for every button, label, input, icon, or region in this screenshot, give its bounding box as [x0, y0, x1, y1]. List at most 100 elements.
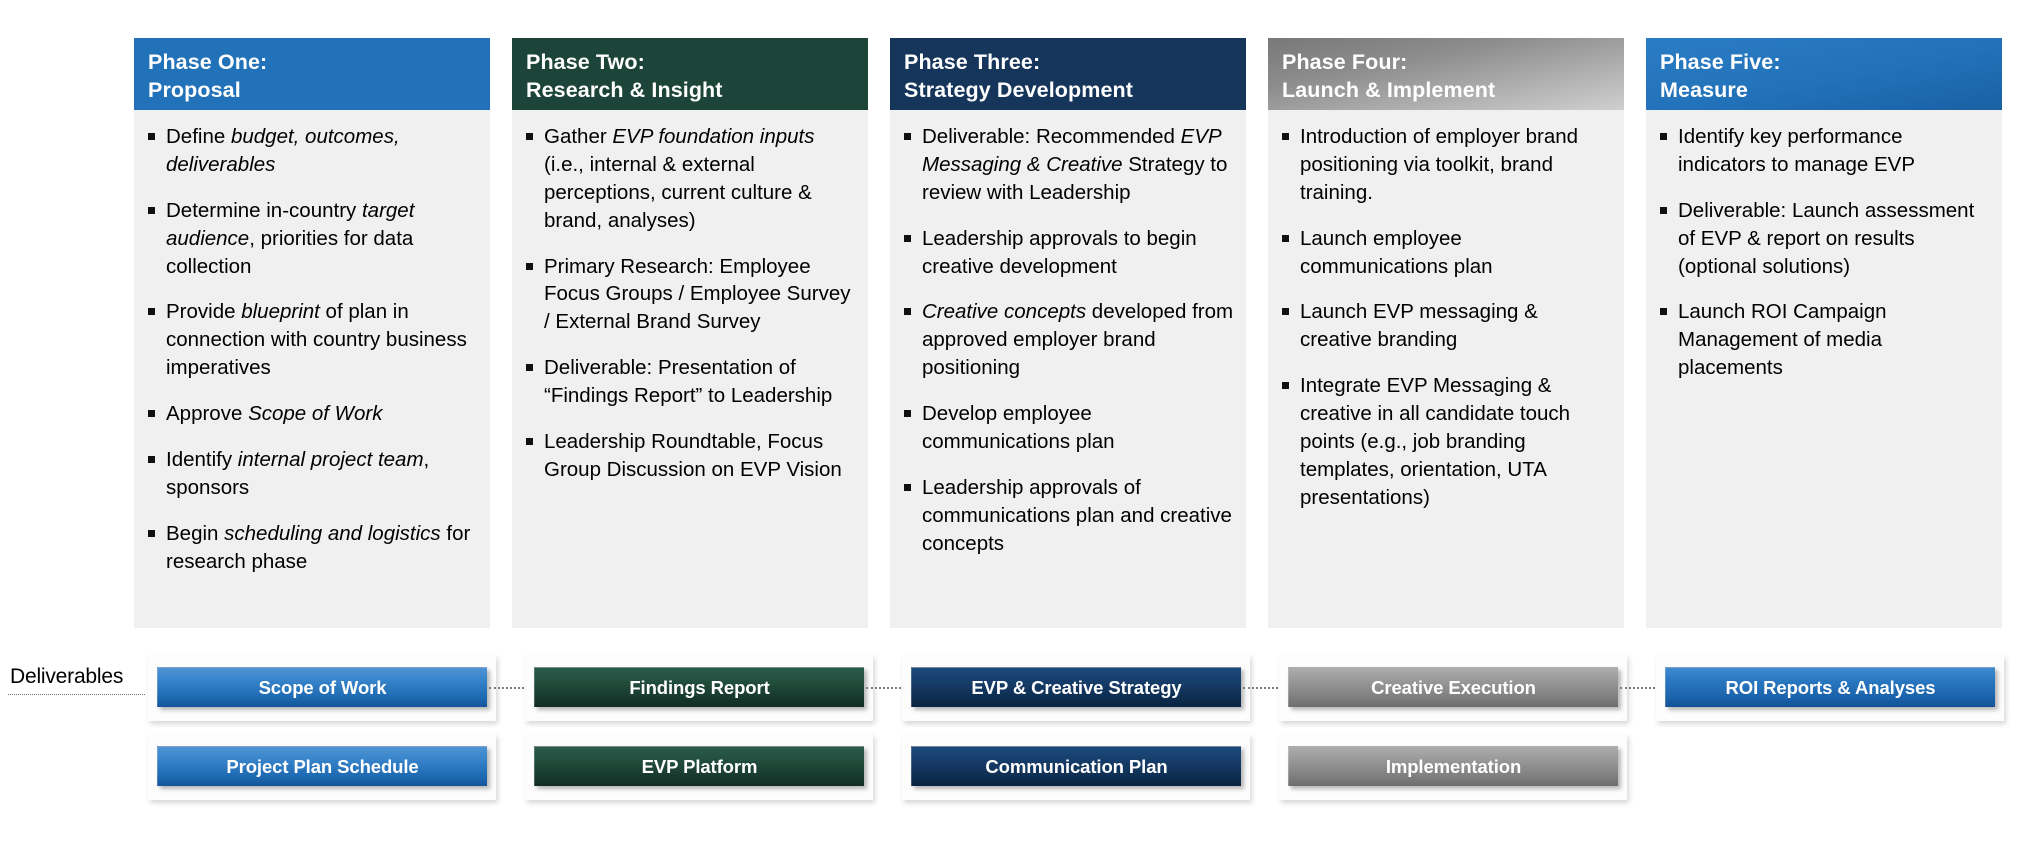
phase-bullet-list-5: Identify key performance indicators to m…	[1656, 123, 1992, 382]
phase-bullet-list-4: Introduction of employer brand positioni…	[1278, 123, 1614, 512]
bullet-item: Launch employee communications plan	[1278, 225, 1614, 281]
bullet-item: Identify internal project team, sponsors	[144, 446, 480, 502]
bullet-emphasis: internal project team	[237, 447, 424, 471]
phase-header-5: Phase Five: Measure	[1646, 38, 2002, 110]
deliverable-chip[interactable]: Creative Execution	[1288, 667, 1618, 707]
bullet-text: Launch EVP messaging & creative branding	[1300, 300, 1538, 352]
phase-title-line1-4: Phase Four:	[1282, 50, 1408, 74]
deliverable-chip-wrapper: EVP & Creative Strategy	[911, 667, 1241, 709]
bullet-item: Deliverable: Launch assessment of EVP & …	[1656, 197, 1992, 281]
phase-title-line1-5: Phase Five:	[1660, 50, 1781, 74]
deliverable-chip[interactable]: ROI Reports & Analyses	[1665, 667, 1995, 707]
phase-body-1: Define budget, outcomes, deliverables Det…	[134, 110, 490, 628]
bullet-text: Approve	[166, 402, 249, 425]
bullet-text: (i.e., internal & external perceptions, …	[544, 152, 812, 232]
bullet-text: Leadership Roundtable, Focus Group Discu…	[544, 429, 842, 481]
deliverable-chip-wrapper: Creative Execution	[1288, 667, 1618, 709]
bullet-text: Develop employee communications plan	[922, 402, 1115, 453]
bullet-item: Creative concepts developed from approve…	[900, 298, 1236, 382]
bullet-emphasis: blueprint	[241, 300, 320, 324]
phase-header-4: Phase Four: Launch & Implement	[1268, 38, 1624, 110]
phase-body-4: Introduction of employer brand positioni…	[1268, 110, 1624, 628]
bullet-item: Leadership approvals to begin creative d…	[900, 225, 1236, 281]
deliverable-chip[interactable]: EVP & Creative Strategy	[911, 667, 1241, 707]
bullet-text: Begin	[166, 521, 225, 545]
evp-roadmap-slide: Phase One: Proposal Define budget, outcome…	[0, 0, 2024, 852]
bullet-text: Determine in-country	[166, 198, 362, 222]
bullet-text: Identify key performance indicators to m…	[1678, 125, 1916, 176]
deliverable-chip-label: ROI Reports & Analyses	[1725, 676, 1936, 698]
phase-title-line2-3: Strategy Development	[904, 77, 1134, 102]
phase-title-line2-1: Proposal	[148, 77, 241, 102]
bullet-item: Leadership Roundtable, Focus Group Discu…	[522, 428, 858, 484]
deliverable-chip[interactable]: Communication Plan	[911, 746, 1241, 786]
bullet-text: Leadership approvals to begin creative d…	[922, 226, 1197, 278]
bullet-item: Leadership approvals of communications p…	[900, 474, 1236, 558]
deliverable-chip-label: EVP Platform	[641, 755, 758, 777]
phase-column-3: Phase Three: Strategy Development Delivera…	[890, 38, 1246, 628]
deliverable-chip-wrapper: ROI Reports & Analyses	[1665, 667, 1995, 709]
bullet-text: Introduction of employer brand positioni…	[1300, 125, 1579, 204]
deliverables-row-1: Scope of Work Findings Report EVP & Creati…	[0, 655, 2024, 721]
bullet-text: Deliverable: Presentation of “Findings R…	[544, 356, 833, 407]
phase-columns: Phase One: Proposal Define budget, outcome…	[0, 0, 2024, 660]
bullet-emphasis: Scope of Work	[248, 402, 383, 425]
bullet-text: Provide	[166, 300, 242, 324]
deliverable-chip-label: Project Plan Schedule	[226, 755, 419, 777]
bullet-item: Deliverable: Recommended EVP Messaging &…	[900, 123, 1236, 207]
bullet-item: Begin scheduling and logistics for resea…	[144, 520, 480, 576]
bullet-text: Define	[166, 125, 231, 148]
bullet-item: Integrate EVP Messaging & creative in al…	[1278, 372, 1614, 511]
bullet-text: Gather	[544, 125, 613, 148]
phase-title-line2-4: Launch & Implement	[1282, 77, 1496, 102]
deliverable-chip[interactable]: Project Plan Schedule	[157, 746, 487, 786]
deliverable-chip[interactable]: Scope of Work	[157, 667, 487, 707]
phase-title-line1-1: Phase One:	[148, 50, 268, 74]
bullet-text: Leadership approvals of communications p…	[922, 475, 1232, 555]
phase-bullet-list-3: Deliverable: Recommended EVP Messaging &…	[900, 123, 1236, 557]
phase-title-line1-2: Phase Two:	[526, 50, 645, 74]
bullet-item: Gather EVP foundation inputs (i.e., inte…	[522, 123, 858, 235]
bullet-text: Launch employee communications plan	[1300, 226, 1493, 278]
bullet-text: Deliverable: Launch assessment of EVP & …	[1678, 198, 1975, 278]
phase-column-5: Phase Five: Measure Identify key performan…	[1646, 38, 2002, 628]
bullet-item: Approve Scope of Work	[144, 400, 480, 428]
deliverable-chip-wrapper: Project Plan Schedule	[157, 746, 487, 788]
bullet-item: Determine in-country target audience, pr…	[144, 197, 480, 281]
bullet-emphasis: EVP foundation inputs	[612, 125, 815, 148]
deliverable-chip-label: Scope of Work	[258, 676, 387, 698]
deliverable-chip-wrapper: Communication Plan	[911, 746, 1241, 788]
phase-title-line1-3: Phase Three:	[904, 50, 1041, 74]
bullet-text: Deliverable: Recommended	[922, 125, 1181, 148]
deliverable-chip-wrapper: Implementation	[1288, 746, 1618, 788]
bullet-text: Identify	[166, 447, 238, 471]
phase-header-1: Phase One: Proposal	[134, 38, 490, 110]
deliverable-chip[interactable]: EVP Platform	[534, 746, 864, 786]
phase-column-2: Phase Two: Research & Insight Gather EVP f…	[512, 38, 868, 628]
bullet-item: Develop employee communications plan	[900, 400, 1236, 456]
deliverable-chip[interactable]: Findings Report	[534, 667, 864, 707]
phase-bullet-list-2: Gather EVP foundation inputs (i.e., inte…	[522, 123, 858, 484]
bullet-emphasis: scheduling and logistics	[224, 521, 441, 545]
phase-column-4: Phase Four: Launch & Implement Introductio…	[1268, 38, 1624, 628]
bullet-item: Introduction of employer brand positioni…	[1278, 123, 1614, 207]
deliverable-chip-label: Communication Plan	[985, 755, 1168, 777]
bullet-text: Integrate EVP Messaging & creative in al…	[1300, 374, 1571, 509]
bullet-item: Primary Research: Employee Focus Groups …	[522, 253, 858, 337]
phase-title-line2-5: Measure	[1660, 77, 1748, 102]
phase-column-1: Phase One: Proposal Define budget, outcome…	[134, 38, 490, 628]
bullet-emphasis: Creative concepts	[922, 300, 1087, 324]
bullet-item: Launch EVP messaging & creative branding	[1278, 298, 1614, 354]
bullet-text: Primary Research: Employee Focus Groups …	[544, 254, 851, 334]
deliverable-chip-wrapper: Findings Report	[534, 667, 864, 709]
deliverable-chip-wrapper: EVP Platform	[534, 746, 864, 788]
deliverable-chip-label: Implementation	[1385, 755, 1522, 777]
deliverable-chip[interactable]: Implementation	[1288, 746, 1618, 786]
deliverable-chip-label: Findings Report	[629, 676, 770, 698]
phase-header-2: Phase Two: Research & Insight	[512, 38, 868, 110]
deliverable-chip-label: Creative Execution	[1371, 676, 1536, 698]
phase-header-3: Phase Three: Strategy Development	[890, 38, 1246, 110]
bullet-item: Identify key performance indicators to m…	[1656, 123, 1992, 179]
bullet-item: Define budget, outcomes, deliverables	[144, 123, 480, 179]
bullet-text: Launch ROI Campaign Management of media …	[1678, 300, 1887, 380]
